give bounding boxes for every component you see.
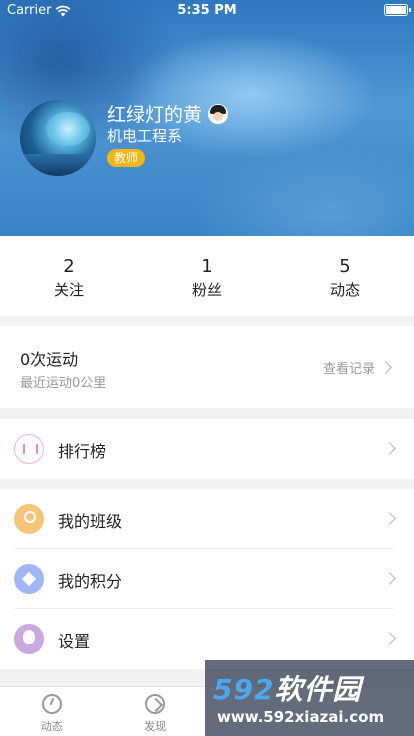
stat-following-label: 关注 bbox=[53, 281, 84, 299]
watermark-logo: 592软件园 bbox=[213, 668, 361, 708]
stat-followers-label: 粉丝 bbox=[191, 281, 222, 299]
menu-group-ranking: 排行榜 bbox=[0, 419, 414, 479]
chevron-right-icon bbox=[379, 361, 392, 374]
stat-following[interactable]: 2 关注 bbox=[0, 236, 138, 316]
class-user-icon bbox=[14, 504, 44, 534]
profile-name: 红绿灯的黄 bbox=[107, 104, 203, 126]
avatar-tree-art bbox=[46, 112, 90, 146]
tab-faxian[interactable]: 发现 bbox=[104, 687, 208, 736]
menu-item-ranking[interactable]: 排行榜 bbox=[0, 419, 414, 479]
compass-icon bbox=[145, 694, 166, 714]
chevron-right-icon bbox=[383, 512, 396, 525]
stat-posts[interactable]: 5 动态 bbox=[276, 236, 414, 316]
battery-icon bbox=[384, 4, 411, 16]
settings-icon bbox=[14, 624, 44, 654]
menu-group-main: 我的班级 我的积分 设置 bbox=[0, 489, 414, 669]
menu-item-my-class-label: 我的班级 bbox=[58, 512, 123, 531]
profile-header: Carrier 5:35 PM 红绿灯的黄 机电工程系 教师 bbox=[0, 0, 414, 236]
chevron-right-icon bbox=[383, 632, 396, 645]
chevron-right-icon bbox=[383, 572, 396, 585]
stat-posts-count: 5 bbox=[339, 256, 351, 277]
profile-name-row: 红绿灯的黄 bbox=[107, 100, 229, 127]
watermark-url: www.592xiazai.com bbox=[217, 708, 385, 726]
menu-item-my-class[interactable]: 我的班级 bbox=[0, 489, 414, 549]
stat-followers-count: 1 bbox=[201, 256, 213, 277]
status-time: 5:35 PM bbox=[177, 3, 237, 18]
view-records-label: 查看记录 bbox=[322, 362, 375, 377]
stats-bar: 2 关注 1 粉丝 5 动态 bbox=[0, 236, 414, 316]
exercise-distance: 最近运动0公里 bbox=[20, 376, 107, 391]
stat-followers[interactable]: 1 粉丝 bbox=[138, 236, 276, 316]
bar-chart-icon bbox=[14, 434, 44, 464]
menu-item-settings-label: 设置 bbox=[58, 632, 91, 651]
menu-item-my-points-label: 我的积分 bbox=[58, 572, 123, 591]
view-records-link[interactable]: 查看记录 bbox=[322, 358, 392, 377]
watermark-logo-text: 软件园 bbox=[274, 673, 362, 706]
avatar[interactable] bbox=[20, 100, 96, 176]
tab-dongtai[interactable]: 动态 bbox=[0, 687, 104, 736]
role-badge: 教师 bbox=[107, 149, 146, 167]
tab-dongtai-label: 动态 bbox=[40, 720, 63, 733]
status-bar: Carrier 5:35 PM bbox=[0, 0, 414, 20]
avatar-ground-art bbox=[20, 154, 96, 176]
menu-item-my-points[interactable]: 我的积分 bbox=[0, 549, 414, 609]
stat-posts-label: 动态 bbox=[329, 281, 360, 299]
watermark-logo-number: 592 bbox=[213, 673, 275, 706]
exercise-count: 0次运动 bbox=[20, 350, 79, 369]
dashboard-icon bbox=[41, 694, 62, 714]
chevron-right-icon bbox=[383, 442, 396, 455]
watermark-overlay: 592软件园 www.592xiazai.com bbox=[205, 660, 414, 736]
exercise-card: 0次运动 最近运动0公里 查看记录 bbox=[0, 326, 414, 408]
girl-face-icon bbox=[208, 103, 229, 124]
profile-department: 机电工程系 bbox=[107, 127, 183, 145]
menu-item-ranking-label: 排行榜 bbox=[58, 442, 107, 461]
stat-following-count: 2 bbox=[63, 256, 75, 277]
diamond-points-icon bbox=[14, 564, 44, 594]
tab-faxian-label: 发现 bbox=[144, 720, 167, 733]
